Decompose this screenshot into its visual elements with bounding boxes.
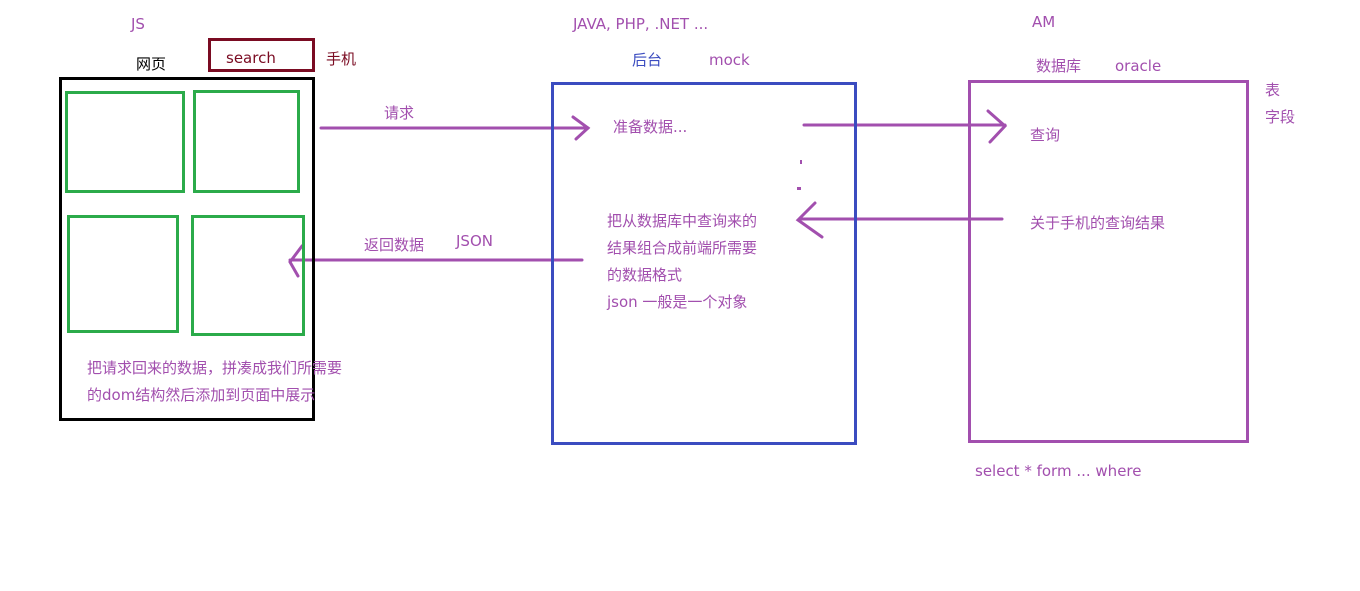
mock-label: mock: [709, 51, 750, 69]
sql-label: select * form ... where: [975, 462, 1142, 480]
prepare-data-label: 准备数据...: [613, 118, 688, 136]
table-label: 表: [1265, 81, 1281, 99]
search-box[interactable]: search: [208, 38, 315, 72]
request-arrow: [319, 115, 591, 141]
query-label: 查询: [1030, 126, 1061, 144]
frontend-note-line2: 的dom结构然后添加到页面中展示: [87, 386, 316, 404]
backend-label: 后台: [632, 51, 663, 69]
return-arrow: [288, 244, 584, 278]
languages-label: JAVA, PHP, .NET ...: [573, 15, 709, 33]
content-block: [191, 215, 305, 336]
content-block: [67, 215, 179, 333]
page-label: 网页: [136, 55, 167, 73]
content-block: [65, 91, 185, 193]
search-label: search: [226, 49, 276, 67]
frontend-note-line1: 把请求回来的数据，拼凑成我们所需要: [87, 359, 343, 377]
request-label: 请求: [384, 104, 415, 122]
backend-frame: [551, 82, 857, 445]
phone-label: 手机: [326, 50, 357, 68]
json-label: JSON: [456, 232, 493, 250]
query-result-label: 关于手机的查询结果: [1030, 214, 1166, 232]
backend-desc-line4: json 一般是一个对象: [607, 293, 748, 311]
backend-desc-line1: 把从数据库中查询来的: [607, 212, 758, 230]
am-label: AM: [1032, 13, 1056, 31]
backend-desc-line2: 结果组合成前端所需要: [607, 239, 758, 257]
content-block: [193, 90, 300, 193]
field-label: 字段: [1265, 108, 1296, 126]
js-label: JS: [131, 15, 145, 33]
oracle-label: oracle: [1115, 57, 1162, 75]
database-frame: [968, 80, 1249, 443]
backend-desc-line3: 的数据格式: [607, 266, 683, 284]
return-label: 返回数据: [364, 236, 425, 254]
database-label: 数据库: [1036, 57, 1082, 75]
